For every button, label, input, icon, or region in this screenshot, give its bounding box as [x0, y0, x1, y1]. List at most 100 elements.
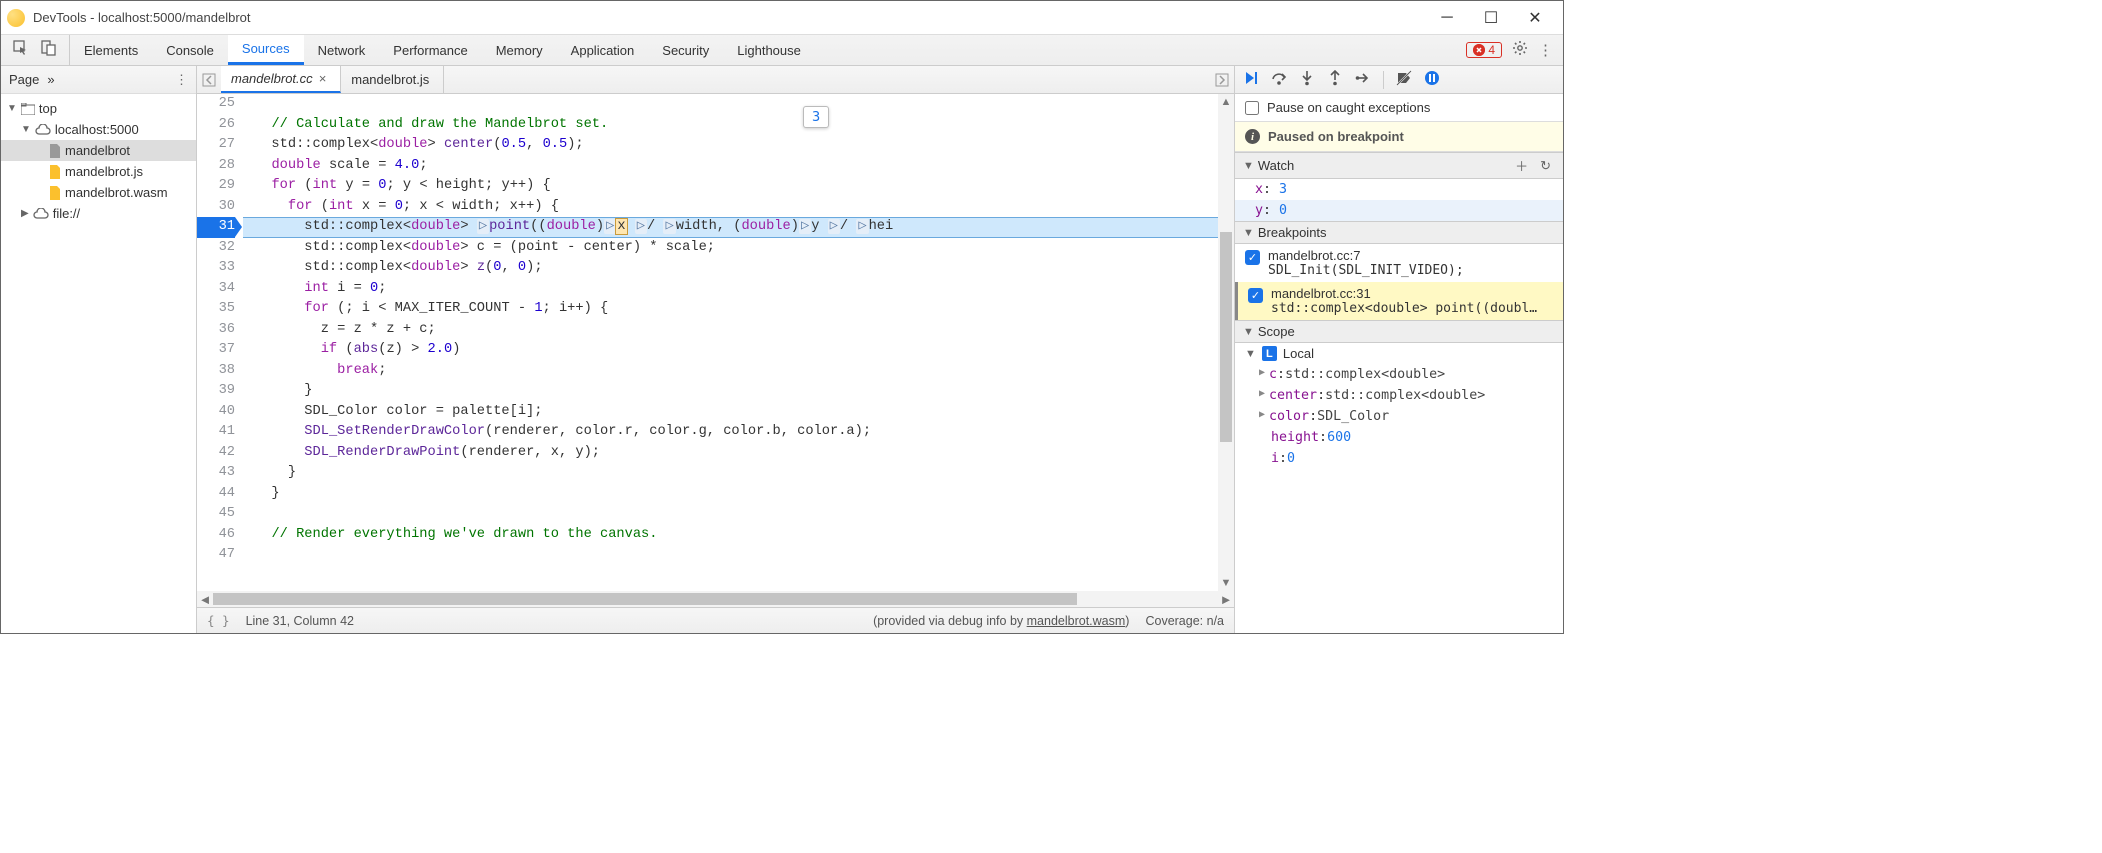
gutter-line[interactable]: 34	[197, 279, 235, 300]
breakpoints-section-header[interactable]: ▼ Breakpoints	[1235, 221, 1563, 244]
close-window-button[interactable]: ✕	[1513, 1, 1557, 35]
tab-lighthouse[interactable]: Lighthouse	[723, 35, 815, 65]
maximize-button[interactable]: ☐	[1469, 1, 1513, 35]
gutter-line[interactable]: 41	[197, 422, 235, 443]
gutter-line[interactable]: 30	[197, 197, 235, 218]
tree-item[interactable]: mandelbrot	[1, 140, 196, 161]
code-line[interactable]	[243, 504, 1234, 525]
gutter-line[interactable]: 29	[197, 176, 235, 197]
watch-item[interactable]: x: 3	[1235, 179, 1563, 200]
breakpoint-checkbox[interactable]: ✓	[1248, 288, 1263, 303]
gutter-line[interactable]: 35	[197, 299, 235, 320]
refresh-watch-icon[interactable]: ↻	[1536, 158, 1555, 174]
gutter-line[interactable]: 27	[197, 135, 235, 156]
file-tab[interactable]: mandelbrot.js	[341, 66, 444, 93]
gutter-line[interactable]: 42	[197, 443, 235, 464]
tab-network[interactable]: Network	[304, 35, 380, 65]
tab-elements[interactable]: Elements	[70, 35, 152, 65]
watch-item[interactable]: y: 0	[1235, 200, 1563, 221]
gutter-line[interactable]: 33	[197, 258, 235, 279]
code-line[interactable]: z = z * z + c;	[243, 320, 1234, 341]
code-line[interactable]: double scale = 4.0;	[243, 156, 1234, 177]
scope-variable[interactable]: i: 0	[1235, 448, 1563, 469]
gutter-line[interactable]: 45	[197, 504, 235, 525]
nav-fwd-icon[interactable]	[1210, 66, 1234, 93]
gutter-line[interactable]: 39	[197, 381, 235, 402]
code-line[interactable]: if (abs(z) > 2.0)	[243, 340, 1234, 361]
inspect-element-icon[interactable]	[13, 40, 29, 60]
gutter-line[interactable]: 32	[197, 238, 235, 259]
tab-security[interactable]: Security	[648, 35, 723, 65]
code-line[interactable]: SDL_RenderDrawPoint(renderer, x, y);	[243, 443, 1234, 464]
kebab-menu-icon[interactable]: ⋮	[1538, 41, 1553, 59]
code-line[interactable]: std::complex<double> ▷point((double)▷x ▷…	[243, 217, 1234, 238]
step-icon[interactable]	[1355, 70, 1371, 89]
scope-local-row[interactable]: ▼ L Local	[1235, 343, 1563, 364]
device-toolbar-icon[interactable]	[41, 40, 57, 60]
code-line[interactable]: }	[243, 463, 1234, 484]
sidebar-menu-icon[interactable]: ⋮	[175, 72, 188, 88]
code-line[interactable]: int i = 0;	[243, 279, 1234, 300]
deactivate-breakpoints-icon[interactable]	[1396, 70, 1412, 89]
tab-performance[interactable]: Performance	[379, 35, 481, 65]
code-line[interactable]: // Render everything we've drawn to the …	[243, 525, 1234, 546]
scope-variable[interactable]: ▶color: SDL_Color	[1235, 406, 1563, 427]
tab-application[interactable]: Application	[557, 35, 649, 65]
step-out-icon[interactable]	[1327, 70, 1343, 89]
minimize-button[interactable]: ─	[1425, 1, 1469, 35]
code-line[interactable]: std::complex<double> z(0, 0);	[243, 258, 1234, 279]
pause-caught-row[interactable]: Pause on caught exceptions	[1235, 94, 1563, 122]
gutter-line[interactable]: 40	[197, 402, 235, 423]
code-line[interactable]: std::complex<double> center(0.5, 0.5);	[243, 135, 1234, 156]
step-into-icon[interactable]	[1299, 70, 1315, 89]
gutter-line[interactable]: 31	[197, 217, 235, 238]
scope-variable[interactable]: ▶c: std::complex<double>	[1235, 364, 1563, 385]
code-line[interactable]: }	[243, 484, 1234, 505]
settings-gear-icon[interactable]	[1512, 40, 1528, 60]
close-tab-icon[interactable]: ×	[319, 71, 327, 86]
tree-item[interactable]: ▼localhost:5000	[1, 119, 196, 140]
vertical-scrollbar[interactable]: ▲ ▼	[1218, 94, 1234, 591]
tree-item[interactable]: ▼top	[1, 98, 196, 119]
breakpoint-item[interactable]: ✓mandelbrot.cc:31std::complex<double> po…	[1235, 282, 1563, 320]
file-tab[interactable]: mandelbrot.cc×	[221, 66, 341, 93]
code-line[interactable]	[243, 94, 1234, 115]
gutter-line[interactable]: 44	[197, 484, 235, 505]
code-line[interactable]: }	[243, 381, 1234, 402]
breakpoint-item[interactable]: ✓mandelbrot.cc:7SDL_Init(SDL_INIT_VIDEO)…	[1235, 244, 1563, 282]
step-over-icon[interactable]	[1271, 70, 1287, 89]
gutter-line[interactable]: 46	[197, 525, 235, 546]
gutter-line[interactable]: 28	[197, 156, 235, 177]
code-editor[interactable]: 2526272829303132333435363738394041424344…	[197, 94, 1234, 591]
sidebar-more-icon[interactable]: »	[47, 72, 54, 87]
scope-section-header[interactable]: ▼ Scope	[1235, 320, 1563, 343]
gutter-line[interactable]: 26	[197, 115, 235, 136]
tab-console[interactable]: Console	[152, 35, 228, 65]
watch-section-header[interactable]: ▼ Watch ＋ ↻	[1235, 152, 1563, 179]
tree-item[interactable]: mandelbrot.js	[1, 161, 196, 182]
sidebar-label[interactable]: Page	[9, 72, 39, 87]
gutter-line[interactable]: 25	[197, 94, 235, 115]
code-line[interactable]: for (; i < MAX_ITER_COUNT - 1; i++) {	[243, 299, 1234, 320]
gutter-line[interactable]: 38	[197, 361, 235, 382]
gutter-line[interactable]: 43	[197, 463, 235, 484]
scope-variable[interactable]: ▶center: std::complex<double>	[1235, 385, 1563, 406]
horizontal-scrollbar[interactable]: ◄ ►	[197, 591, 1234, 607]
scope-variable[interactable]: height: 600	[1235, 427, 1563, 448]
tree-item[interactable]: ▶file://	[1, 203, 196, 224]
breakpoint-checkbox[interactable]: ✓	[1245, 250, 1260, 265]
debug-info-link[interactable]: mandelbrot.wasm	[1027, 614, 1126, 628]
error-count-badge[interactable]: 4	[1466, 42, 1502, 58]
code-line[interactable]	[243, 545, 1234, 566]
code-line[interactable]: SDL_Color color = palette[i];	[243, 402, 1234, 423]
nav-back-icon[interactable]	[197, 66, 221, 93]
code-line[interactable]: SDL_SetRenderDrawColor(renderer, color.r…	[243, 422, 1234, 443]
pause-caught-checkbox[interactable]	[1245, 101, 1259, 115]
gutter-line[interactable]: 36	[197, 320, 235, 341]
resume-icon[interactable]	[1243, 70, 1259, 89]
code-line[interactable]: for (int y = 0; y < height; y++) {	[243, 176, 1234, 197]
tab-sources[interactable]: Sources	[228, 35, 304, 65]
add-watch-icon[interactable]: ＋	[1511, 156, 1532, 175]
pause-exceptions-icon[interactable]	[1424, 70, 1440, 89]
pretty-print-icon[interactable]: { }	[207, 613, 230, 628]
